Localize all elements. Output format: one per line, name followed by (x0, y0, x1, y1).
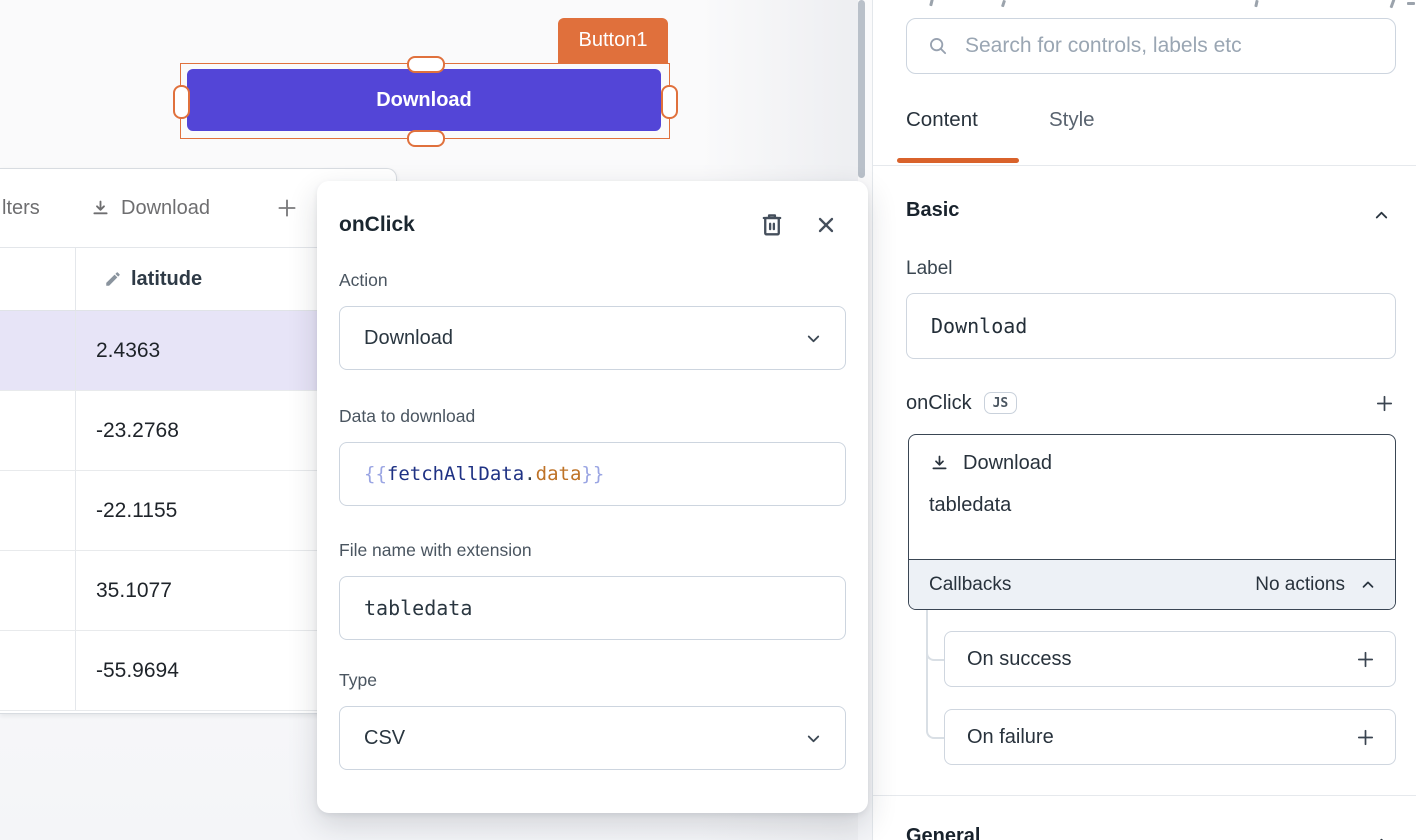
tab-style[interactable]: Style (1049, 108, 1095, 132)
on-failure-row[interactable]: On failure (944, 709, 1396, 765)
download-icon (929, 453, 950, 474)
property-search[interactable] (906, 18, 1396, 74)
collapse-general-button[interactable] (1372, 833, 1391, 840)
resize-handle-right[interactable] (661, 85, 678, 119)
column-header-label: latitude (131, 268, 202, 291)
plus-icon (274, 195, 300, 221)
onclick-action-popup: onClick Action Download Data to download… (317, 181, 868, 813)
action-select[interactable]: Download (339, 306, 846, 370)
code-text: fetchAllData (387, 463, 524, 485)
clipped-header-fragment (1407, 2, 1415, 5)
divider (873, 795, 1416, 796)
action-select-value: Download (364, 327, 453, 350)
canvas-download-button[interactable]: Download (187, 69, 661, 131)
clipped-header-fragment (929, 0, 933, 6)
data-to-download-label: Data to download (339, 406, 846, 427)
delete-action-button[interactable] (758, 211, 786, 239)
card-file-name: tabledata (929, 494, 1375, 517)
canvas-scrollbar[interactable] (858, 0, 865, 178)
resize-handle-bottom[interactable] (407, 130, 445, 147)
chevron-down-icon (804, 729, 823, 748)
collapse-basic-button[interactable] (1372, 206, 1391, 225)
table-filters-label: lters (2, 197, 40, 220)
card-action-label: Download (963, 452, 1052, 475)
add-success-action-button[interactable] (1354, 648, 1377, 671)
file-name-field[interactable]: tabledata (339, 576, 846, 640)
add-failure-action-button[interactable] (1354, 726, 1377, 749)
pencil-icon (104, 270, 122, 288)
tab-content[interactable]: Content (906, 108, 978, 132)
callback-tree-connector (926, 610, 946, 739)
type-select[interactable]: CSV (339, 706, 846, 770)
active-tab-underline (897, 158, 1019, 163)
table-index-column-header (0, 248, 76, 310)
on-success-row[interactable]: On success (944, 631, 1396, 687)
divider (873, 165, 1416, 166)
onclick-action-card[interactable]: Download tabledata Callbacks No actions (908, 434, 1396, 610)
widget-name-tag[interactable]: Button1 (558, 18, 668, 63)
chevron-down-icon (804, 329, 823, 348)
table-filters-button[interactable]: lters (2, 169, 40, 247)
on-success-label: On success (967, 648, 1071, 671)
table-add-row-button[interactable] (274, 169, 300, 247)
js-toggle-badge[interactable]: JS (984, 392, 1018, 414)
action-field-label: Action (339, 270, 846, 291)
data-to-download-field[interactable]: {{fetchAllData.data}} (339, 442, 846, 506)
section-general-title: General (906, 825, 980, 840)
canvas-download-button-label: Download (376, 89, 472, 112)
type-field-label: Type (339, 670, 846, 691)
file-name-value: tabledata (364, 596, 472, 620)
download-icon (90, 198, 111, 219)
popup-header: onClick (339, 181, 846, 239)
clipped-header-fragment (1001, 0, 1006, 7)
file-name-label: File name with extension (339, 540, 846, 561)
search-icon (927, 35, 949, 57)
on-failure-label: On failure (967, 726, 1054, 749)
popup-title: onClick (339, 213, 758, 237)
onclick-property-label: onClick (906, 392, 972, 415)
clipped-header-fragment (1254, 0, 1258, 7)
callbacks-status: No actions (1255, 574, 1345, 596)
search-input[interactable] (963, 33, 1375, 59)
resize-handle-top[interactable] (407, 56, 445, 73)
table-download-button[interactable]: Download (90, 169, 210, 247)
table-download-label: Download (121, 197, 210, 220)
add-action-button[interactable] (1373, 392, 1396, 415)
clipped-header-fragment (1390, 0, 1395, 8)
callbacks-toggle[interactable]: Callbacks No actions (909, 559, 1395, 609)
property-pane: Content Style Basic Label onClick JS Dow… (872, 0, 1416, 840)
close-icon[interactable] (814, 213, 838, 237)
onclick-property-row: onClick JS (906, 388, 1396, 418)
type-select-value: CSV (364, 727, 405, 750)
callbacks-label: Callbacks (929, 574, 1011, 596)
resize-handle-left[interactable] (173, 85, 190, 119)
code-text: . (524, 463, 535, 485)
chevron-up-icon (1359, 576, 1377, 594)
section-basic-title: Basic (906, 199, 959, 222)
label-field-input[interactable] (906, 293, 1396, 359)
code-text: data (536, 463, 582, 485)
code-text: {{ (364, 463, 387, 485)
widget-name-label: Button1 (579, 29, 648, 52)
label-field-label: Label (906, 258, 953, 280)
code-text: }} (581, 463, 604, 485)
